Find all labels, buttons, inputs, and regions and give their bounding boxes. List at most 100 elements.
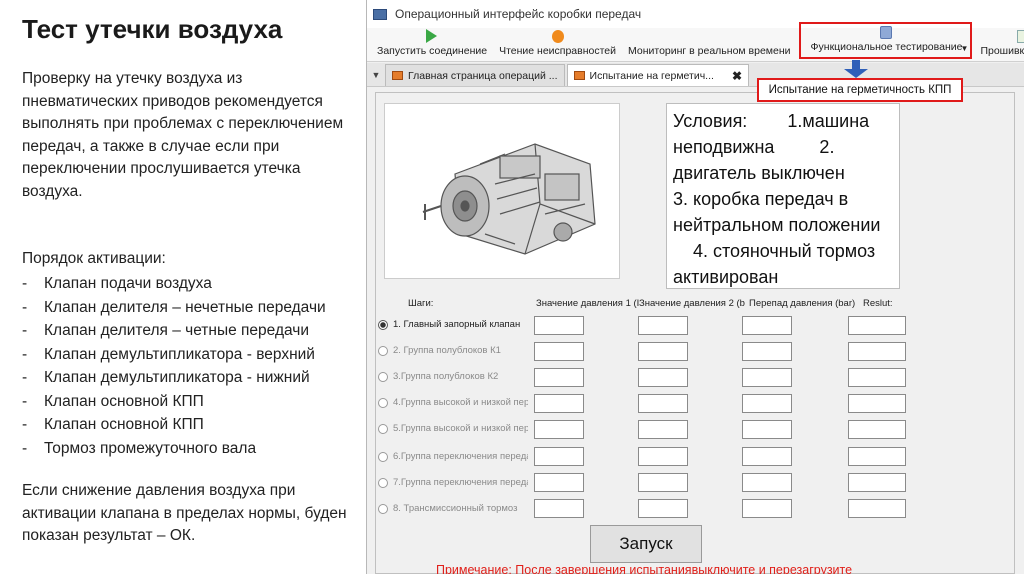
pressure2-field[interactable] (638, 368, 688, 387)
steps-column-header: Шаги: (408, 298, 434, 309)
pressure1-field[interactable] (534, 420, 584, 439)
result-column-header: Reslut: (863, 298, 893, 309)
pressure-diff-field[interactable] (742, 394, 792, 413)
pressure1-field[interactable] (534, 368, 584, 387)
read-faults-button[interactable]: Чтение неисправностей (495, 30, 620, 61)
step-radio[interactable] (378, 477, 388, 488)
pressure2-field[interactable] (638, 420, 688, 439)
result-field[interactable] (848, 473, 906, 492)
pressure-diff-field[interactable] (742, 420, 792, 439)
completion-note: Примечание: После завершения испытаниявы… (436, 563, 853, 574)
step-row-3[interactable]: 3.Группа полублоков К2 (378, 371, 528, 382)
pressure1-field[interactable] (534, 499, 584, 518)
step-radio[interactable] (378, 451, 388, 462)
activation-order-list: - Клапан подачи воздуха - Клапан делителя … (22, 272, 367, 460)
step-row-5[interactable]: 5.Группа высокой и низкой пере (378, 423, 528, 434)
pressure1-field[interactable] (534, 394, 584, 413)
activation-order-heading: Порядок активации: (22, 250, 166, 267)
leak-test-panel: Условия: 1.машина неподвижна 2. двигател… (375, 92, 1015, 574)
result-field[interactable] (848, 394, 906, 413)
list-item: - Тормоз промежуточного вала (22, 439, 257, 457)
step-row-8[interactable]: 8. Трансмиссионный тормоз (378, 503, 528, 514)
play-icon (426, 29, 438, 43)
tab-list-dropdown-icon[interactable]: ▼ (367, 64, 385, 86)
test-conditions-box: Условия: 1.машина неподвижна 2. двигател… (666, 103, 900, 289)
tab-page-icon (392, 71, 403, 80)
condition-line: активирован (673, 267, 779, 287)
tab-main-operations[interactable]: Главная страница операций ... (385, 64, 565, 86)
result-field[interactable] (848, 316, 906, 335)
step-row-7[interactable]: 7.Группа переключения переда (378, 477, 528, 488)
app-window: Операционный интерфейс коробки передач З… (366, 0, 1024, 574)
gearbox-image (384, 103, 620, 279)
outro-paragraph: Если снижение давления воздуха при актив… (22, 482, 347, 544)
list-item: - Клапан делителя – нечетные передачи (22, 298, 326, 316)
pressure-diff-field[interactable] (742, 316, 792, 335)
pressure1-field[interactable] (534, 316, 584, 335)
arrow-head-icon (844, 69, 868, 78)
pressure1-field[interactable] (534, 447, 584, 466)
window-title: Операционный интерфейс коробки передач (395, 7, 642, 21)
step-row-4[interactable]: 4.Группа высокой и низкой пере (378, 397, 528, 408)
pressure2-field[interactable] (638, 473, 688, 492)
pressure1-field[interactable] (534, 473, 584, 492)
result-field[interactable] (848, 368, 906, 387)
pressure2-field[interactable] (638, 447, 688, 466)
slide-title: Тест утечки воздуха (22, 14, 283, 44)
pressure2-field[interactable] (638, 499, 688, 518)
functional-test-icon (880, 26, 893, 39)
result-field[interactable] (848, 342, 906, 361)
step-radio[interactable] (378, 371, 388, 382)
condition-line: двигатель выключен (673, 163, 845, 183)
pressure-diff-column-header: Перепад давления (bar) (749, 298, 856, 309)
connect-button[interactable]: Запустить соединение (373, 29, 491, 61)
pressure-diff-field[interactable] (742, 342, 792, 361)
list-item: - Клапан делителя – четные передачи (22, 322, 310, 339)
pressure2-field[interactable] (638, 342, 688, 361)
condition-line: 4. стояночный тормоз (673, 241, 876, 261)
pressure2-column-header: Значение давления 2 (b (639, 298, 745, 309)
result-field[interactable] (848, 420, 906, 439)
monitor-icon (703, 30, 715, 43)
step-radio[interactable] (378, 423, 388, 434)
pressure-diff-field[interactable] (742, 368, 792, 387)
step-radio[interactable] (378, 503, 388, 514)
app-icon (373, 8, 387, 20)
step-row-2[interactable]: 2. Группа полублоков К1 (378, 345, 528, 356)
step-row-6[interactable]: 6.Группа переключения переда (378, 451, 528, 462)
condition-line: неподвижна 2. (673, 137, 835, 157)
list-item: - Клапан основной КПП (22, 416, 204, 433)
fault-read-icon (551, 30, 564, 43)
realtime-monitor-button[interactable]: Мониторинг в реальном времени (624, 30, 795, 61)
tab-page-icon (573, 71, 585, 80)
close-icon[interactable]: ✖ (732, 69, 742, 83)
condition-line: нейтральном положении (673, 215, 881, 235)
result-field[interactable] (848, 499, 906, 518)
intro-paragraph: Проверку на утечку воздуха из пневматиче… (22, 70, 344, 200)
functional-test-button[interactable]: Функциональное тестирование ▼ (798, 22, 973, 59)
condition-line: 3. коробка передач в (673, 189, 849, 209)
leak-test-menu-callout[interactable]: Испытание на герметичность КПП (757, 78, 963, 102)
file-flash-button[interactable]: Прошивка файла (976, 30, 1024, 61)
pressure-diff-field[interactable] (742, 447, 792, 466)
list-item: - Клапан демультипликатора - верхний (22, 345, 315, 363)
chevron-down-icon: ▼ (960, 44, 969, 53)
pressure-diff-field[interactable] (742, 473, 792, 492)
step-radio[interactable] (378, 345, 388, 356)
step-radio[interactable] (378, 397, 388, 408)
tab-leak-test[interactable]: Испытание на герметич... ✖ (566, 64, 749, 86)
list-item: - Клапан подачи воздуха (22, 275, 212, 292)
list-item: - Клапан основной КПП (22, 392, 204, 410)
step-row-1[interactable]: 1. Главный запорный клапан (378, 319, 528, 330)
result-field[interactable] (848, 447, 906, 466)
list-item: - Клапан демультипликатора - нижний (22, 369, 310, 386)
toolbar: Запустить соединение Чтение неисправност… (367, 22, 1024, 62)
condition-line: Условия: 1.машина (673, 111, 870, 131)
pressure2-field[interactable] (638, 316, 688, 335)
pressure-diff-field[interactable] (742, 499, 792, 518)
step-radio[interactable] (378, 319, 388, 330)
file-flash-icon (1016, 30, 1024, 43)
launch-button[interactable]: Запуск (590, 525, 702, 563)
pressure1-field[interactable] (534, 342, 584, 361)
pressure2-field[interactable] (638, 394, 688, 413)
